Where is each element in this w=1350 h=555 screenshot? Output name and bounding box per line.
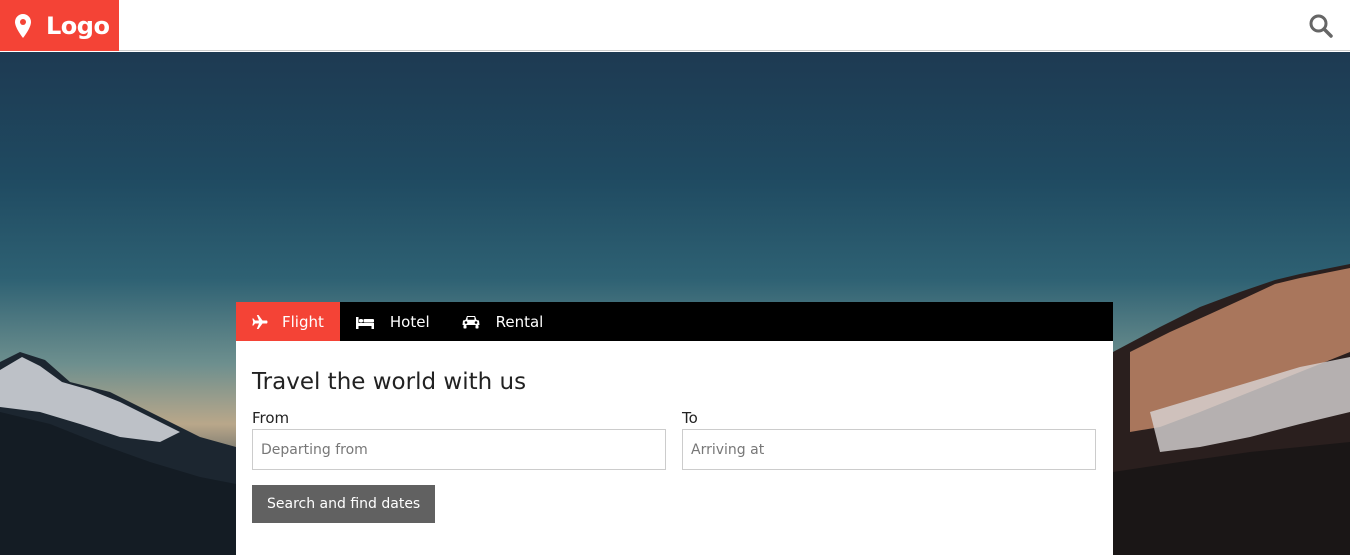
to-field-group: To <box>682 409 1096 470</box>
logo-text: Logo <box>46 11 110 40</box>
booking-heading: Travel the world with us <box>252 369 527 395</box>
tab-flight[interactable]: Flight <box>236 302 340 341</box>
booking-tabs: Flight Hotel Rental <box>236 302 1113 341</box>
map-marker-icon <box>15 13 31 38</box>
booking-panel: Travel the world with us From To Search … <box>236 341 1113 555</box>
logo-link[interactable]: Logo <box>0 0 119 51</box>
to-input[interactable] <box>682 429 1096 470</box>
from-input[interactable] <box>252 429 666 470</box>
bed-icon <box>355 316 374 329</box>
to-label: To <box>682 409 698 427</box>
plane-icon <box>252 314 268 329</box>
from-field-group: From <box>252 409 666 470</box>
booking-widget: Flight Hotel Rental Travel the world wit… <box>236 302 1113 555</box>
tab-flight-label: Flight <box>282 312 324 331</box>
from-label: From <box>252 409 290 427</box>
search-dates-button[interactable]: Search and find dates <box>252 485 436 523</box>
search-icon[interactable] <box>1308 13 1334 39</box>
car-icon <box>462 315 480 328</box>
tab-rental[interactable]: Rental <box>446 302 560 341</box>
tab-rental-label: Rental <box>495 312 544 331</box>
route-fields: From To <box>252 409 1097 470</box>
tab-hotel[interactable]: Hotel <box>340 302 446 341</box>
tab-hotel-label: Hotel <box>389 312 430 331</box>
top-navbar: Logo <box>0 0 1350 51</box>
